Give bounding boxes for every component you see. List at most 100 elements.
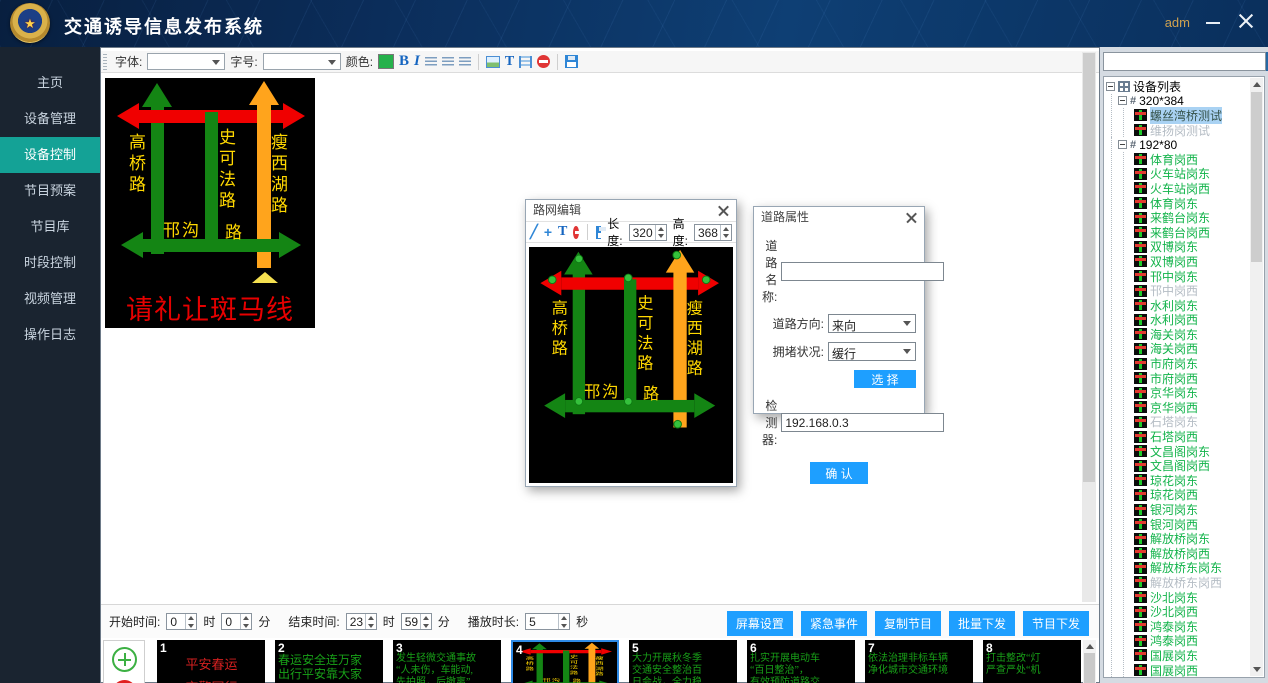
edit-handle[interactable]: [702, 276, 711, 285]
group-icon: #: [1130, 139, 1136, 151]
delete-icon[interactable]: [573, 226, 579, 239]
close-icon[interactable]: [905, 211, 918, 224]
playlist-strip: 1平安春运交警同行2春运安全连万家出行平安靠大家3发生轻微交通事故“人未伤，车能…: [101, 638, 1099, 676]
scroll-down-icon[interactable]: [1253, 667, 1261, 672]
add-program-button[interactable]: [112, 647, 137, 672]
insert-image-icon[interactable]: [486, 56, 500, 68]
playlist-item-5[interactable]: 5大力开展秋冬季交通安全整治百日会战，全力稳定道路交通安全形势！: [629, 640, 737, 683]
dialog-title: 道路属性: [754, 207, 924, 228]
playlist-item-number: 8: [986, 641, 993, 655]
font-size-select[interactable]: [263, 53, 341, 70]
end-hour-stepper[interactable]: 23: [346, 613, 377, 630]
logged-in-user[interactable]: adm: [1165, 15, 1190, 30]
traffic-signal-icon: [1134, 372, 1147, 384]
edit-handle[interactable]: [673, 420, 682, 429]
road-label-cross-suffix: 路: [643, 380, 661, 404]
scroll-up-icon[interactable]: [1253, 82, 1261, 87]
tree-group-1[interactable]: 192*80: [1139, 138, 1177, 152]
text-tool-icon[interactable]: T: [558, 224, 567, 240]
action-button-4[interactable]: 节目下发: [1023, 611, 1089, 636]
tree-vertical-scrollbar[interactable]: [1250, 78, 1263, 676]
tree-collapse-toggle[interactable]: [1118, 96, 1127, 105]
font-select[interactable]: [147, 53, 225, 70]
road-direction-select[interactable]: 来向: [828, 314, 916, 333]
save-icon[interactable]: [565, 55, 578, 68]
tree-device-item[interactable]: 维扬岗测试: [1150, 122, 1210, 139]
sidebar-item-5[interactable]: 时段控制: [0, 245, 100, 281]
tree-collapse-toggle[interactable]: [1106, 82, 1115, 91]
playlist-item-6[interactable]: 6扎实开展电动车“百日整治”，有效预防道路交通事故。: [747, 640, 855, 683]
road-sign-graphic: 高桥路史可法路瘦西湖路邗沟路请礼让斑马线: [105, 78, 315, 328]
edit-handle[interactable]: [672, 251, 681, 260]
playlist-item-2[interactable]: 2春运安全连万家出行平安靠大家: [275, 640, 383, 683]
app-title: 交通诱导信息发布系统: [64, 13, 264, 39]
congestion-select[interactable]: 缓行: [828, 342, 916, 361]
sidebar-item-6[interactable]: 视频管理: [0, 281, 100, 317]
sidebar-item-1[interactable]: 设备管理: [0, 101, 100, 137]
detector-input[interactable]: [781, 413, 944, 432]
edit-handle[interactable]: [624, 274, 633, 283]
align-center-icon[interactable]: [442, 57, 454, 66]
edit-handle[interactable]: [548, 276, 557, 285]
confirm-button[interactable]: 确 认: [810, 462, 868, 484]
text-tool-icon[interactable]: T: [505, 54, 514, 70]
action-button-1[interactable]: 紧急事件: [801, 611, 867, 636]
italic-button[interactable]: I: [414, 53, 420, 70]
chevron-down-icon: [212, 60, 220, 65]
sidebar-item-2[interactable]: 设备控制: [0, 137, 100, 173]
start-hour-stepper[interactable]: 0: [166, 613, 197, 630]
traffic-signal-icon: [1134, 109, 1147, 121]
sign-preview[interactable]: 高桥路史可法路瘦西湖路邗沟路请礼让斑马线: [105, 78, 315, 328]
edit-handle[interactable]: [575, 255, 584, 264]
playlist-item-text: 平安春运交警同行: [160, 653, 263, 683]
schedule-controls: 开始时间: 0 时 0 分 结束时间: 23 时 59 分 播放时长: 5 秒 …: [101, 604, 1099, 638]
tree-device-item[interactable]: 国展岗西: [1150, 662, 1198, 678]
edit-handle[interactable]: [575, 397, 584, 406]
align-right-icon[interactable]: [459, 57, 471, 66]
action-button-2[interactable]: 复制节目: [875, 611, 941, 636]
playlist-vertical-scrollbar[interactable]: [1083, 640, 1096, 683]
playlist-item-number: 5: [632, 641, 639, 655]
duration-stepper[interactable]: 5: [525, 613, 570, 630]
action-button-0[interactable]: 屏幕设置: [727, 611, 793, 636]
align-left-icon[interactable]: [425, 57, 437, 66]
tree-root-label[interactable]: 设备列表: [1133, 78, 1181, 95]
delete-icon[interactable]: [537, 55, 550, 68]
playlist-item-7[interactable]: 7依法治理非标车辆 净化城市交通环境: [865, 640, 973, 683]
tree-collapse-toggle[interactable]: [1118, 140, 1127, 149]
length-stepper[interactable]: 320: [629, 224, 667, 241]
close-icon[interactable]: [717, 204, 730, 217]
start-minute-stepper[interactable]: 0: [221, 613, 252, 630]
road-label-left: 高桥路: [127, 133, 144, 196]
device-search-input[interactable]: [1103, 52, 1266, 71]
scroll-up-icon[interactable]: [1086, 644, 1094, 649]
color-swatch[interactable]: [378, 54, 394, 69]
end-minute-stepper[interactable]: 59: [401, 613, 432, 630]
playlist-item-8[interactable]: 8打击整改“灯 严查严处“机: [983, 640, 1081, 683]
spacing-icon[interactable]: [519, 56, 532, 68]
road-label-cross-suffix: 路: [225, 218, 244, 243]
tree-group-0[interactable]: 320*384: [1139, 94, 1184, 108]
sidebar-item-7[interactable]: 操作日志: [0, 317, 100, 353]
bold-button[interactable]: B: [399, 53, 409, 70]
height-stepper[interactable]: 368: [694, 224, 732, 241]
minimize-icon[interactable]: [1206, 22, 1220, 24]
road-network-canvas[interactable]: 高桥路史可法路瘦西湖路邗沟路: [529, 247, 733, 483]
playlist-item-4[interactable]: 4高桥路史可法路瘦西湖路邗沟路请礼让斑马线: [511, 640, 619, 683]
action-button-3[interactable]: 批量下发: [949, 611, 1015, 636]
toolbar-gripper[interactable]: [103, 54, 107, 70]
playlist-item-3[interactable]: 3发生轻微交通事故“人未伤，车能动,先拍照，后撤离”: [393, 640, 501, 683]
close-icon[interactable]: [1238, 13, 1254, 29]
save-icon[interactable]: [596, 226, 602, 239]
road-name-input[interactable]: [781, 262, 944, 281]
canvas-vertical-scrollbar[interactable]: [1082, 52, 1096, 602]
sidebar-item-4[interactable]: 节目库: [0, 209, 100, 245]
edit-handle[interactable]: [624, 397, 633, 406]
traffic-signal-icon: [1134, 518, 1147, 530]
draw-line-icon[interactable]: ╱: [530, 224, 538, 240]
playlist-item-1[interactable]: 1平安春运交警同行: [157, 640, 265, 683]
select-button[interactable]: 选 择: [854, 370, 916, 388]
add-node-icon[interactable]: +: [544, 224, 552, 240]
sidebar-item-0[interactable]: 主页: [0, 65, 100, 101]
sidebar-item-3[interactable]: 节目预案: [0, 173, 100, 209]
